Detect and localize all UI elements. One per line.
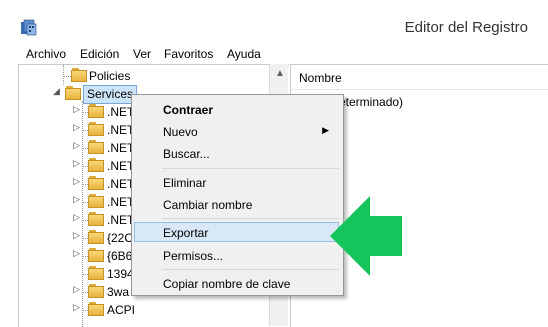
folder-icon xyxy=(88,176,104,190)
expand-arrow-icon[interactable]: ▷ xyxy=(73,284,80,295)
menu-separator xyxy=(162,168,339,169)
expand-arrow-icon[interactable]: ▷ xyxy=(73,104,80,115)
regedit-icon xyxy=(21,19,37,36)
tree-item-label: Services xyxy=(83,85,138,104)
menu-item-label: Exportar xyxy=(163,226,209,240)
folder-icon xyxy=(88,122,104,136)
menu-item-label: Eliminar xyxy=(163,176,207,190)
folder-icon xyxy=(88,104,104,118)
folder-icon xyxy=(71,68,87,82)
column-header-nombre[interactable]: Nombre xyxy=(291,65,548,90)
expand-arrow-icon[interactable]: ▷ xyxy=(73,122,80,133)
folder-icon xyxy=(88,230,104,244)
folder-icon xyxy=(88,140,104,154)
scroll-up-arrow-icon[interactable]: ▲ xyxy=(275,68,285,79)
collapse-arrow-icon[interactable]: ◢ xyxy=(53,86,60,97)
folder-icon xyxy=(88,194,104,208)
menu-archivo[interactable]: Archivo xyxy=(26,47,66,61)
folder-open-icon xyxy=(65,86,81,100)
folder-icon xyxy=(88,302,104,316)
menu-item-label: Buscar... xyxy=(163,147,210,161)
expand-arrow-icon[interactable]: ▷ xyxy=(73,194,80,205)
menu-item-eliminar[interactable]: Eliminar xyxy=(134,172,339,192)
context-menu: Contraer Nuevo ▶ Buscar... Eliminar Camb… xyxy=(131,94,344,296)
tree-item-label: ACPI xyxy=(107,303,136,317)
tree-item-policies[interactable]: Policies xyxy=(19,67,279,85)
tree-item[interactable]: ▷ ACPI xyxy=(19,301,279,319)
expand-arrow-icon[interactable]: ▷ xyxy=(73,248,80,259)
menu-separator xyxy=(162,269,339,270)
menu-item-label: Cambiar nombre xyxy=(163,198,253,212)
menu-item-copiar-nombre[interactable]: Copiar nombre de clave xyxy=(134,273,339,293)
menu-ayuda[interactable]: Ayuda xyxy=(227,47,261,61)
expand-arrow-icon[interactable]: ▷ xyxy=(73,176,80,187)
tree-item-label: {6B6 xyxy=(107,249,133,263)
menu-item-exportar[interactable]: Exportar xyxy=(134,222,339,242)
tree-item-label: {22C xyxy=(107,231,134,245)
tree-item-label: 1394 xyxy=(107,267,134,281)
menu-item-contraer[interactable]: Contraer xyxy=(134,99,339,119)
green-pointer-arrow-icon xyxy=(330,196,402,276)
folder-icon xyxy=(88,284,104,298)
window-title: Editor del Registro xyxy=(404,19,528,36)
menu-item-label: Copiar nombre de clave xyxy=(163,277,291,291)
expand-arrow-icon[interactable]: ▷ xyxy=(73,302,80,313)
folder-icon xyxy=(88,248,104,262)
expand-arrow-icon[interactable]: ▷ xyxy=(73,230,80,241)
folder-icon xyxy=(88,212,104,226)
menu-item-label: Nuevo xyxy=(163,125,198,139)
folder-icon xyxy=(88,158,104,172)
menu-separator xyxy=(162,218,339,219)
column-header-label: Nombre xyxy=(299,71,342,85)
menu-bar: Archivo Edición Ver Favoritos Ayuda xyxy=(0,44,548,64)
menu-item-label: Permisos... xyxy=(163,249,224,263)
folder-icon xyxy=(88,266,104,280)
expand-arrow-icon[interactable]: ▷ xyxy=(73,140,80,151)
menu-item-permisos[interactable]: Permisos... xyxy=(134,245,339,265)
expand-arrow-icon[interactable]: ▷ xyxy=(73,158,80,169)
submenu-arrow-icon: ▶ xyxy=(322,125,329,135)
title-bar: Editor del Registro xyxy=(0,0,548,44)
expand-arrow-icon[interactable]: ▷ xyxy=(73,212,80,223)
tree-item-label: 3wa xyxy=(107,285,130,299)
menu-favoritos[interactable]: Favoritos xyxy=(164,47,213,61)
menu-item-buscar[interactable]: Buscar... xyxy=(134,143,339,163)
menu-ver[interactable]: Ver xyxy=(133,47,151,61)
menu-item-label: Contraer xyxy=(163,103,214,117)
menu-item-nuevo[interactable]: Nuevo ▶ xyxy=(134,121,339,141)
value-name: eterminado) xyxy=(339,95,404,109)
menu-edicion[interactable]: Edición xyxy=(80,47,119,61)
tree-item-label: Policies xyxy=(89,69,131,83)
menu-item-cambiar-nombre[interactable]: Cambiar nombre xyxy=(134,194,339,214)
